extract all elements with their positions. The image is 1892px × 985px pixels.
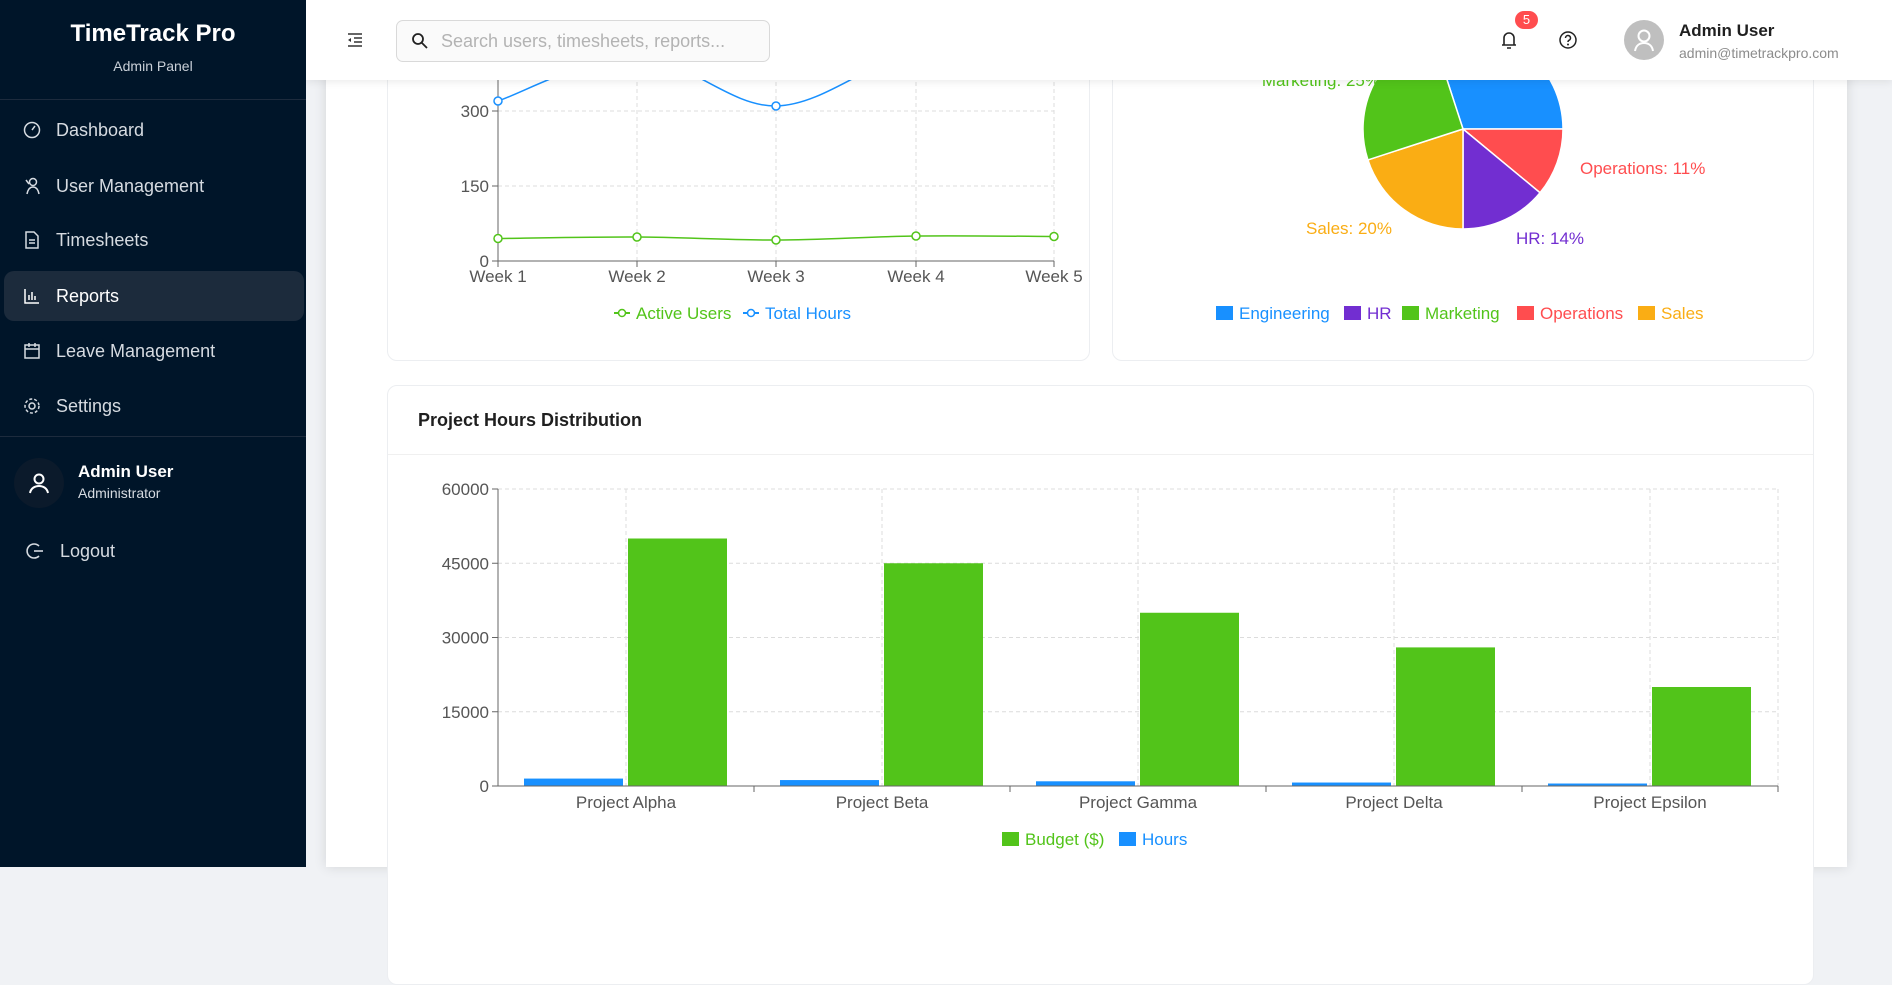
- project-hours-card: Project Hours Distribution: [387, 385, 1814, 985]
- sidebar-item-reports[interactable]: Reports: [4, 271, 304, 321]
- divider: [0, 436, 306, 437]
- header-avatar[interactable]: [1624, 20, 1664, 60]
- header-user-name: Admin User: [1679, 21, 1775, 40]
- logout-label: Logout: [60, 540, 116, 561]
- sidebar-user-name: Admin User: [78, 462, 174, 481]
- sidebar-item-label: Settings: [56, 395, 122, 416]
- calendar-icon: [24, 343, 40, 359]
- brand-subtitle: Admin Panel: [113, 58, 193, 74]
- bell-icon[interactable]: [1500, 30, 1518, 50]
- user-icon: [1634, 29, 1654, 52]
- file-icon: [25, 231, 39, 249]
- menu-fold-icon[interactable]: [346, 31, 364, 49]
- brand-title: TimeTrack Pro: [70, 20, 236, 47]
- sidebar: TimeTrack Pro Admin Panel Dashboard User …: [0, 0, 306, 867]
- sidebar-item-label: Leave Management: [56, 340, 216, 361]
- search-placeholder: Search users, timesheets, reports...: [441, 30, 726, 51]
- user-icon: [29, 473, 49, 494]
- sidebar-user-role: Administrator: [78, 485, 161, 501]
- users-icon: [25, 177, 40, 195]
- divider: [388, 454, 1813, 455]
- sidebar-item-settings[interactable]: Settings: [4, 381, 304, 431]
- logout-button[interactable]: Logout: [8, 526, 208, 576]
- gear-icon: [24, 398, 40, 414]
- sidebar-item-label: Timesheets: [56, 229, 149, 250]
- sidebar-item-dashboard[interactable]: Dashboard: [4, 105, 304, 155]
- avatar: [14, 458, 64, 508]
- sidebar-item-label: Reports: [56, 285, 120, 306]
- sidebar-item-timesheets[interactable]: Timesheets: [4, 215, 304, 265]
- search-icon: [412, 33, 428, 49]
- notification-badge: 5: [1515, 11, 1538, 29]
- sidebar-item-label: Dashboard: [56, 119, 145, 140]
- bar-chart-icon: [24, 289, 39, 304]
- top-header: Search users, timesheets, reports... 5 A…: [306, 0, 1892, 80]
- sidebar-item-leave-management[interactable]: Leave Management: [4, 326, 304, 376]
- divider: [0, 99, 306, 100]
- dashboard-icon: [23, 121, 41, 139]
- sidebar-item-user-management[interactable]: User Management: [4, 161, 304, 211]
- sidebar-item-label: User Management: [56, 175, 205, 196]
- help-icon[interactable]: [1558, 30, 1578, 50]
- search-input[interactable]: Search users, timesheets, reports...: [396, 20, 770, 62]
- logout-icon: [26, 543, 43, 559]
- header-user-email: admin@timetrackpro.com: [1679, 45, 1839, 61]
- card-title: Project Hours Distribution: [418, 410, 643, 430]
